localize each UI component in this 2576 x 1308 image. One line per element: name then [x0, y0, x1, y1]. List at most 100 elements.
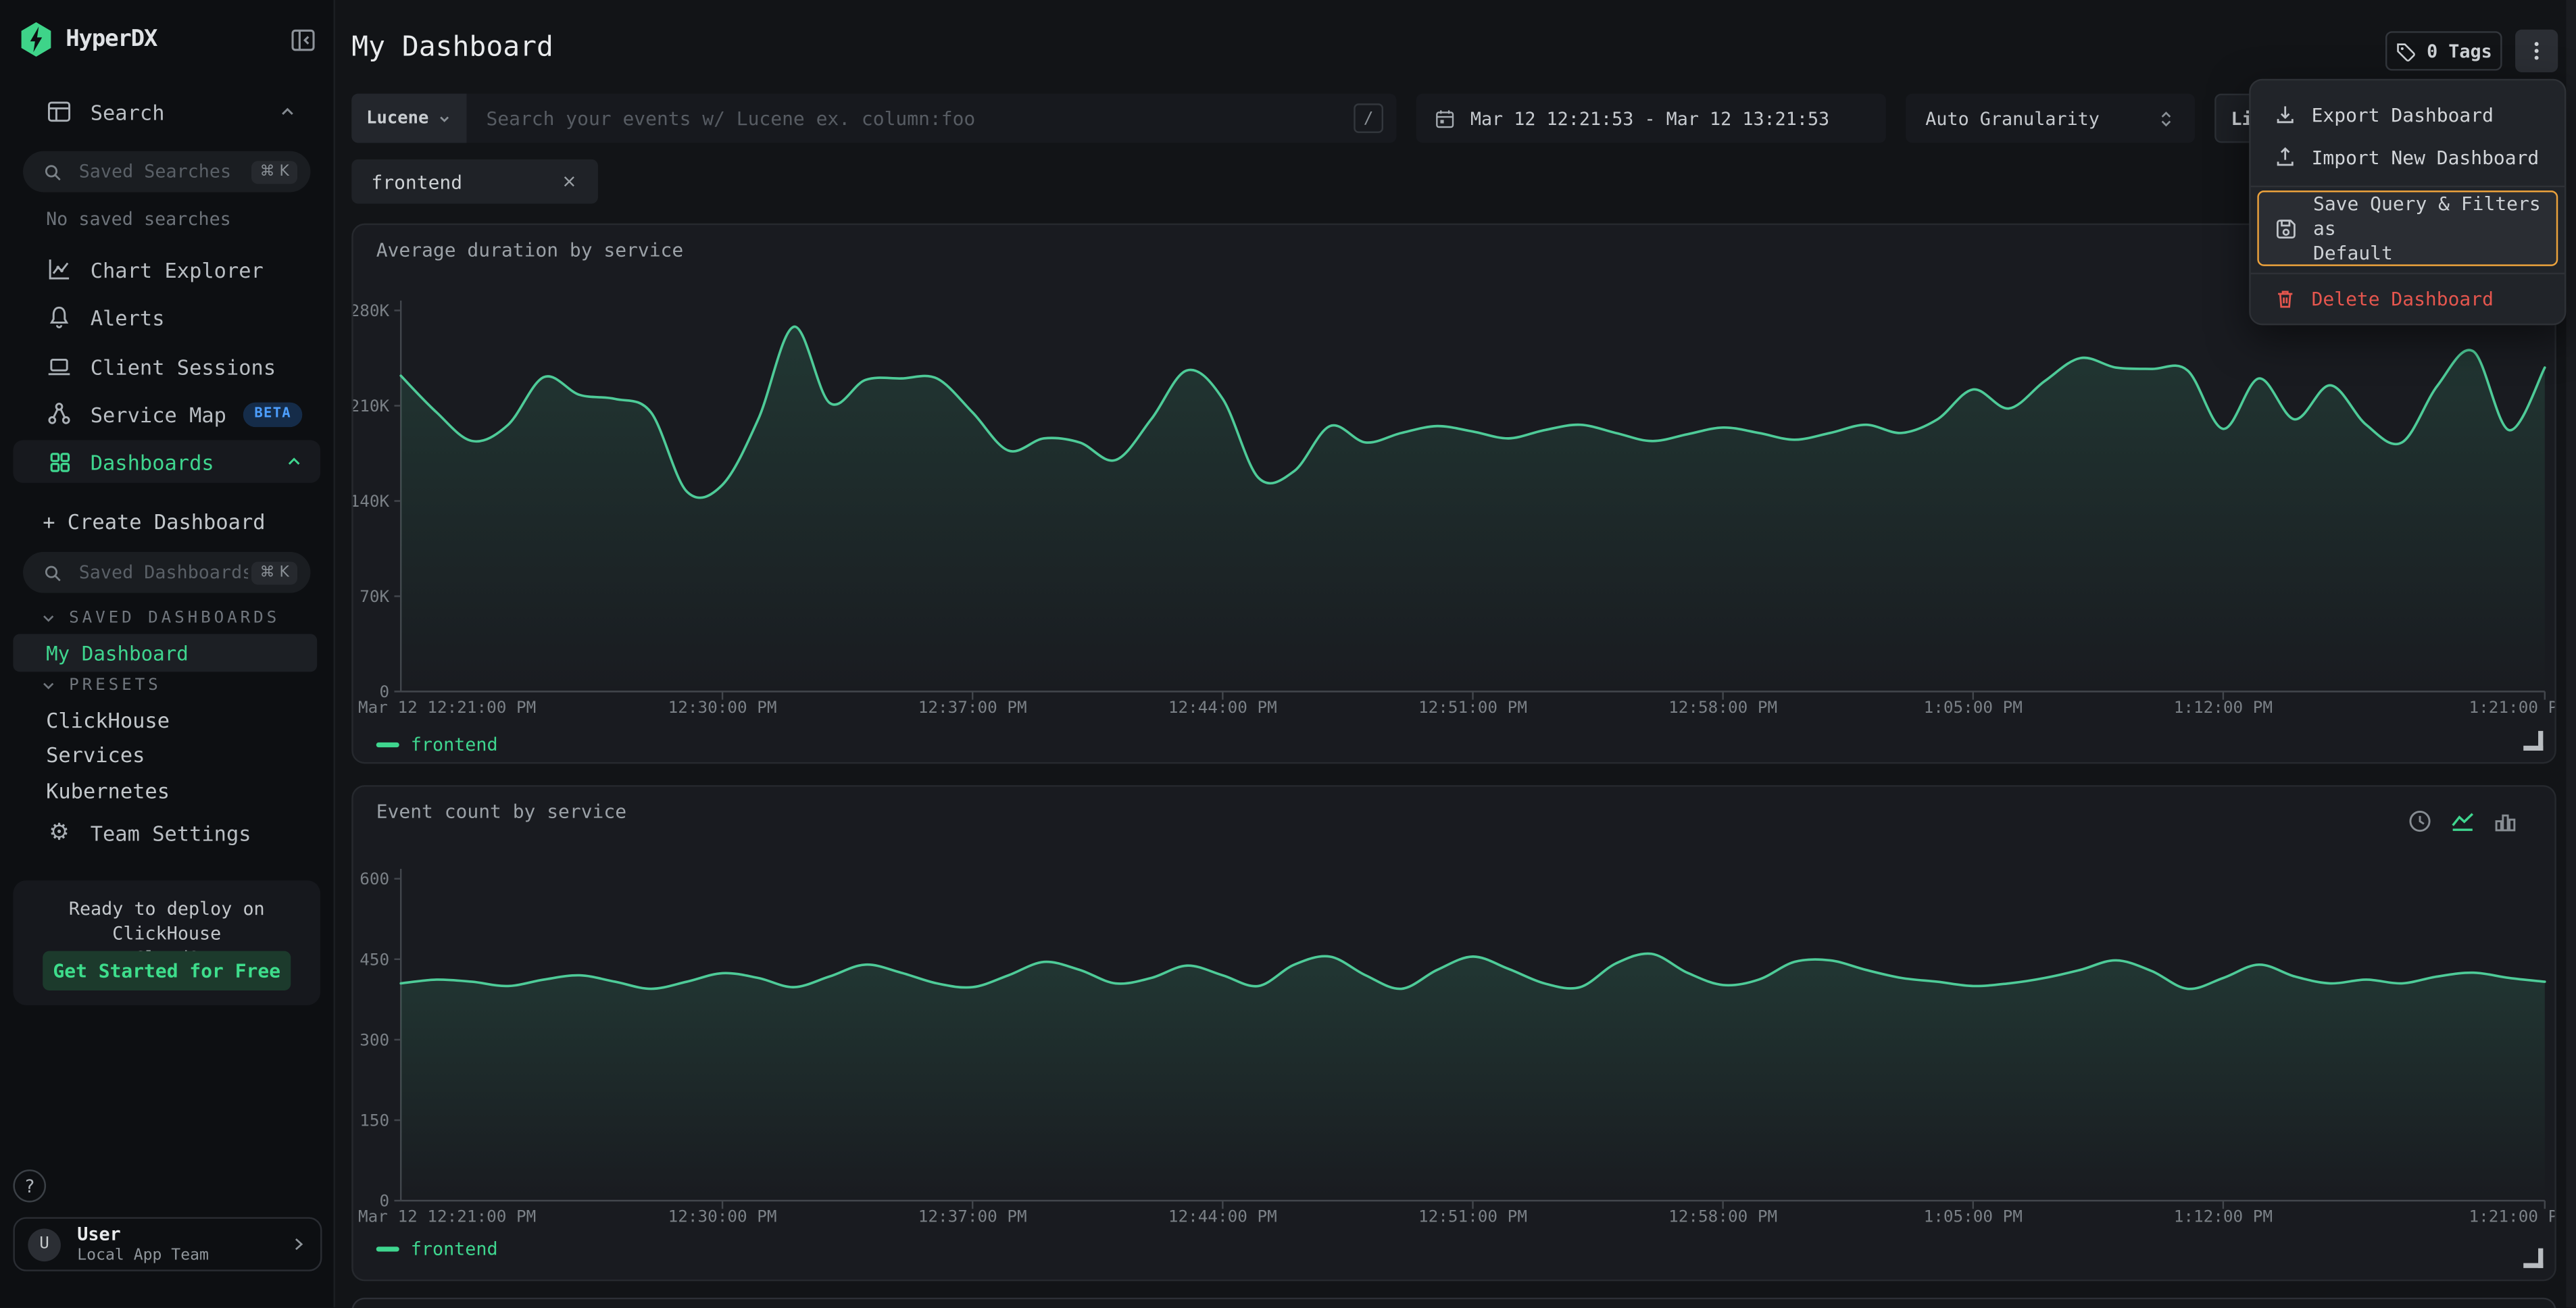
dashboard-link-label: My Dashboard [46, 641, 189, 664]
sidebar-item-label: Team Settings [91, 820, 251, 845]
chart-card-avg-duration: Average duration by service 070K140K210K… [351, 224, 2556, 764]
search-input[interactable] [466, 107, 1354, 130]
chart-title: Event count by service [376, 800, 626, 823]
service-map-icon [46, 401, 72, 427]
sidebar-item-label: Dashboards [91, 449, 214, 474]
sidebar-item-label: Service Map [91, 401, 226, 426]
save-icon [2274, 216, 2298, 241]
sidebar-item-client-sessions[interactable]: Client Sessions [20, 347, 314, 386]
clickhouse-cloud-promo: Ready to deploy on ClickHouse Cloud? Get… [13, 880, 320, 1005]
section-presets[interactable]: PRESETS [39, 677, 314, 695]
collapse-sidebar-button[interactable] [289, 26, 317, 53]
search-icon [43, 161, 62, 181]
query-language-label: Lucene [366, 108, 428, 128]
download-icon [2272, 103, 2296, 127]
get-started-button[interactable]: Get Started for Free [43, 951, 291, 990]
svg-text:Mar 12 12:21:00 PM: Mar 12 12:21:00 PM [358, 697, 536, 717]
updown-chevrons-icon [2157, 107, 2175, 129]
vertical-scrollbar[interactable] [2566, 0, 2576, 1307]
menu-item-import-dashboard[interactable]: Import New Dashboard [2257, 136, 2558, 179]
sidebar-item-chart-explorer[interactable]: Chart Explorer [20, 250, 314, 289]
sidebar-item-alerts[interactable]: Alerts [20, 297, 314, 336]
chevron-down-icon [437, 111, 452, 126]
date-range-picker[interactable]: Mar 12 12:21:53 - Mar 12 13:21:53 [1416, 94, 1886, 143]
tags-button[interactable]: 0 Tags [2385, 31, 2502, 70]
bar-chart-view-button[interactable] [2491, 807, 2519, 834]
svg-text:70K: 70K [360, 586, 389, 606]
svg-text:12:44:00 PM: 12:44:00 PM [1168, 697, 1277, 717]
svg-text:12:51:00 PM: 12:51:00 PM [1418, 1207, 1527, 1226]
kebab-icon [2525, 39, 2548, 62]
event-search-bar: Lucene / [351, 94, 1396, 143]
preset-services[interactable]: Services [46, 743, 145, 767]
sidebar-item-dashboards[interactable]: Dashboards [13, 441, 320, 483]
logo-row: HyperDX [20, 20, 317, 59]
resize-handle[interactable] [2523, 731, 2543, 751]
svg-text:1:21:00 PM: 1:21:00 PM [2469, 697, 2555, 717]
saved-dashboards-field[interactable] [76, 560, 252, 584]
time-settings-button[interactable] [2405, 807, 2433, 834]
legend-item[interactable]: frontend [376, 1238, 498, 1260]
svg-text:450: 450 [360, 949, 389, 969]
chart-explorer-icon [46, 256, 72, 282]
user-name: User [77, 1225, 209, 1243]
help-button[interactable]: ? [13, 1169, 46, 1203]
sidebar-item-label: Client Sessions [91, 354, 276, 378]
user-team: Local App Team [77, 1248, 209, 1263]
svg-text:210K: 210K [353, 396, 390, 416]
sidebar-item-my-dashboard[interactable]: My Dashboard [13, 634, 317, 672]
area-chart-icon [2449, 807, 2475, 834]
trash-icon [2272, 286, 2296, 311]
svg-text:12:51:00 PM: 12:51:00 PM [1418, 697, 1527, 717]
sidebar-item-team-settings[interactable]: ⚙ Team Settings [20, 813, 314, 852]
saved-searches-field[interactable] [76, 159, 252, 184]
create-dashboard-button[interactable]: + Create Dashboard [43, 509, 265, 534]
menu-item-save-default[interactable]: Save Query & Filters as Default [2257, 191, 2558, 266]
menu-item-export-dashboard[interactable]: Export Dashboard [2257, 94, 2558, 136]
svg-text:1:05:00 PM: 1:05:00 PM [1924, 697, 2023, 717]
line-chart-plot: 070K140K210K280KMar 12 12:21:00 PM12:30:… [353, 225, 2555, 762]
line-chart-view-button[interactable] [2448, 807, 2475, 834]
sidebar-item-label: Chart Explorer [91, 257, 264, 281]
user-card[interactable]: U User Local App Team [13, 1217, 322, 1271]
laptop-icon [46, 353, 72, 380]
saved-searches-input[interactable]: ⌘ K [23, 151, 310, 193]
resize-handle[interactable] [2523, 1249, 2543, 1268]
app-name: HyperDX [66, 26, 157, 53]
menu-item-label: Import New Dashboard [2312, 146, 2540, 169]
page-title: My Dashboard [351, 31, 553, 64]
clock-icon [2406, 807, 2432, 834]
section-saved-dashboards[interactable]: SAVED DASHBOARDS [39, 609, 314, 628]
promo-text-line1: Ready to deploy on ClickHouse [13, 897, 320, 946]
preset-clickhouse[interactable]: ClickHouse [46, 708, 170, 732]
granularity-select[interactable]: Auto Granularity [1906, 94, 2195, 143]
shortcut-hint: ⌘ K [252, 160, 298, 183]
beta-badge: BETA [243, 401, 303, 426]
filter-tag-frontend[interactable]: frontend [351, 159, 599, 204]
dashboard-menu-button[interactable] [2515, 30, 2558, 72]
legend-item[interactable]: frontend [376, 734, 498, 756]
saved-dashboards-input[interactable]: ⌘ K [23, 552, 310, 593]
app-window: HyperDX Search ⌘ K [0, 0, 2576, 1307]
query-language-dropdown[interactable]: Lucene [351, 94, 466, 143]
search-window-icon [46, 99, 72, 125]
section-label: PRESETS [69, 677, 162, 695]
menu-item-delete-dashboard[interactable]: Delete Dashboard [2257, 278, 2558, 320]
preset-kubernetes[interactable]: Kubernetes [46, 778, 170, 803]
svg-text:150: 150 [360, 1111, 389, 1130]
sidebar-item-service-map[interactable]: Service Map BETA [20, 394, 314, 433]
sidebar-item-search[interactable]: Search [20, 92, 314, 131]
menu-divider [2251, 186, 2565, 187]
svg-text:12:44:00 PM: 12:44:00 PM [1168, 1207, 1277, 1226]
svg-text:12:58:00 PM: 12:58:00 PM [1668, 1207, 1777, 1226]
filter-tag-label: frontend [371, 170, 462, 193]
svg-text:1:05:00 PM: 1:05:00 PM [1924, 1207, 2023, 1226]
svg-text:1:21:00 PM: 1:21:00 PM [2469, 1207, 2555, 1226]
svg-text:300: 300 [360, 1030, 389, 1049]
bell-icon [46, 304, 72, 330]
search-icon [43, 563, 62, 582]
close-icon[interactable] [561, 172, 579, 191]
shortcut-hint: ⌘ K [252, 561, 298, 584]
calendar-icon [1434, 107, 1456, 129]
svg-text:12:30:00 PM: 12:30:00 PM [668, 697, 777, 717]
